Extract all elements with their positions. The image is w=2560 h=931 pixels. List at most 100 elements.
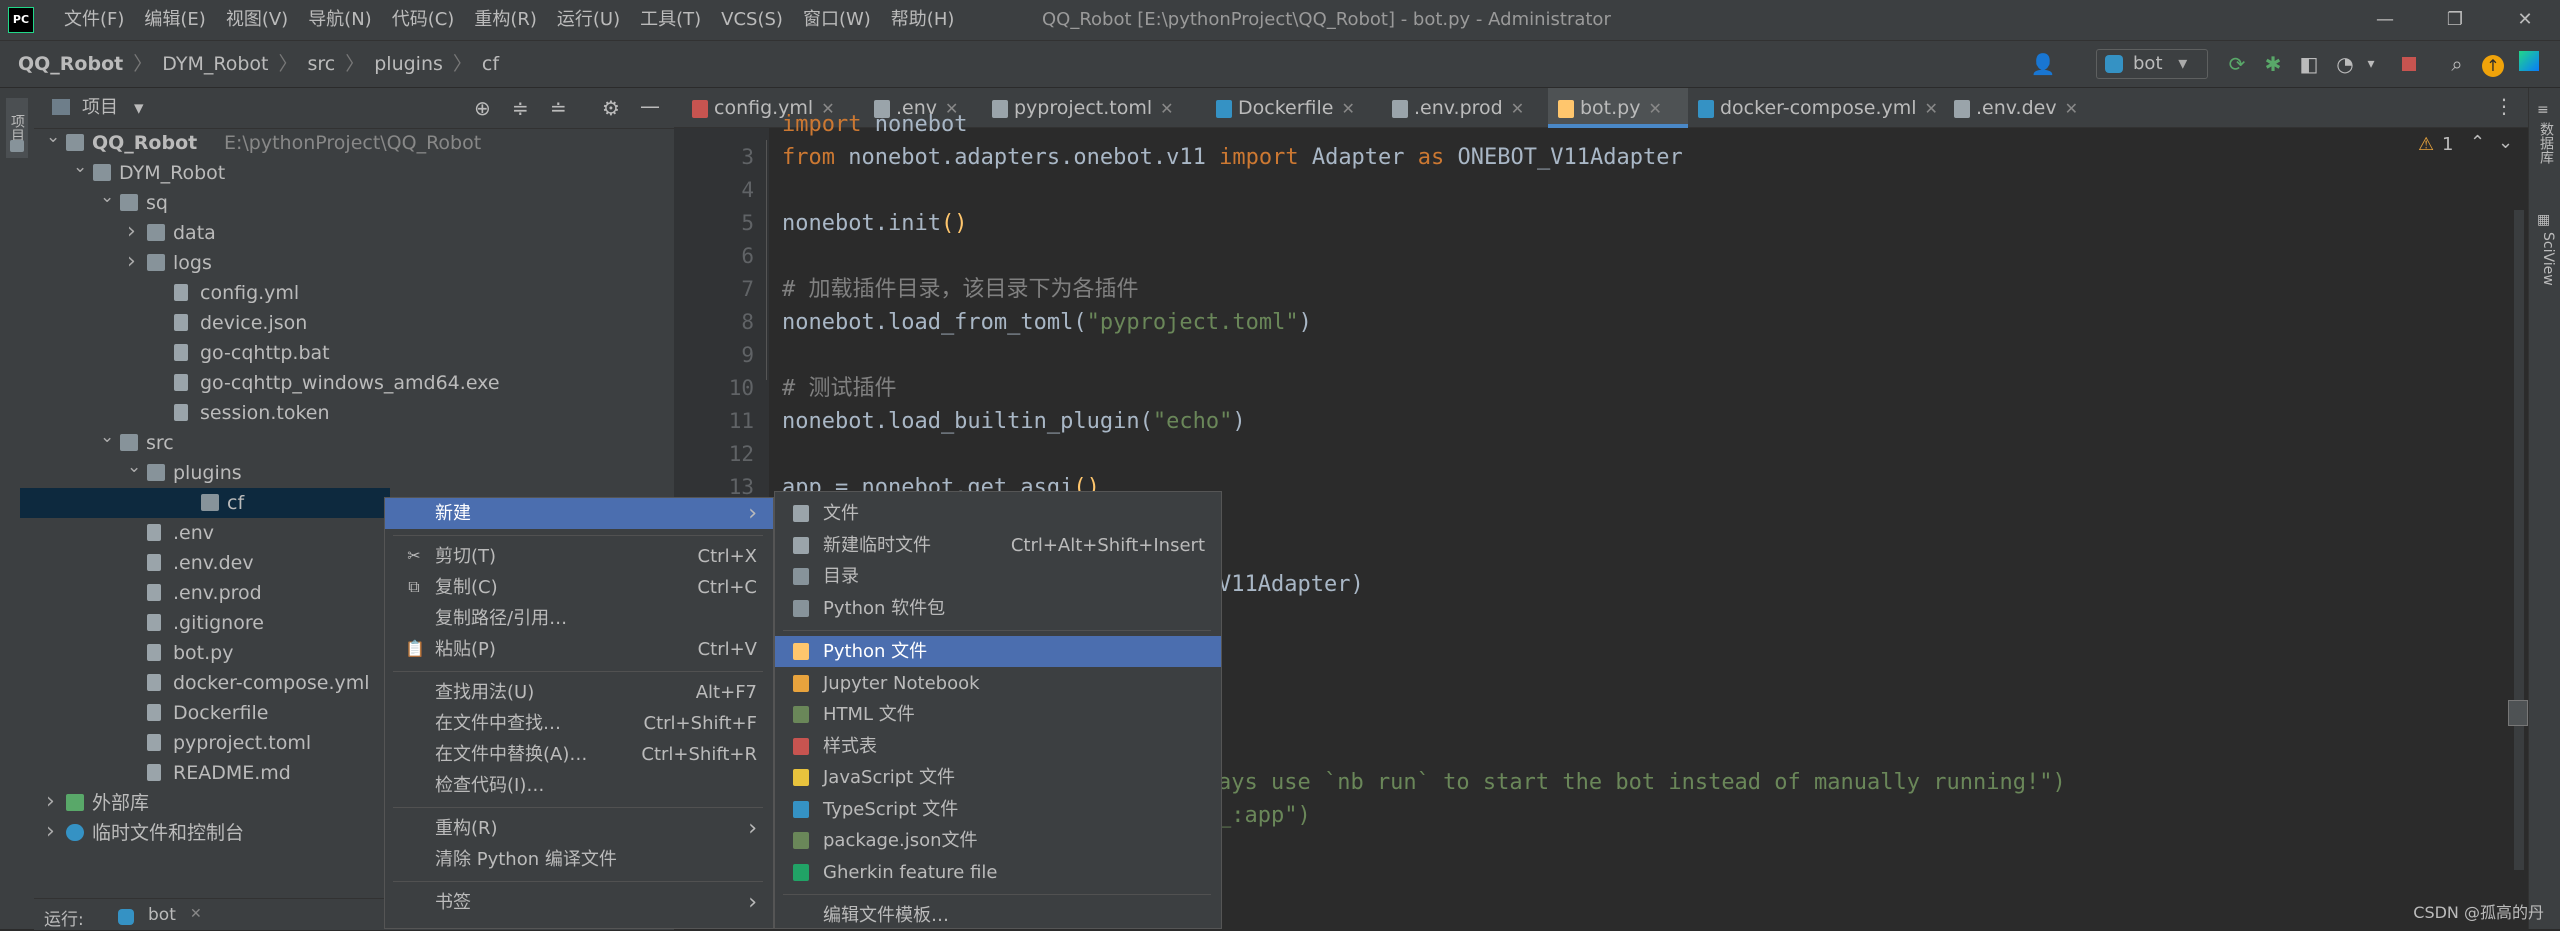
run-icon[interactable]: ⟳ (2224, 51, 2250, 77)
editor-tab[interactable]: docker-compose.yml ✕ (1688, 88, 1944, 128)
tree-item[interactable]: go-cqhttp_windows_amd64.exe (34, 368, 674, 398)
chevron-up-icon[interactable]: ⌃ (2470, 132, 2485, 153)
chevron-right-icon[interactable]: › (127, 217, 141, 247)
submenu-item[interactable]: 样式表 (775, 731, 1221, 762)
context-menu-item[interactable]: 新建 › (385, 498, 773, 529)
close-icon[interactable]: ✕ (2065, 99, 2078, 118)
context-menu-item[interactable]: 检查代码(I)… (385, 770, 773, 801)
database-tool-button[interactable]: 数据库 (2534, 122, 2556, 164)
chevron-right-icon[interactable]: › (46, 817, 60, 847)
restore-button[interactable]: ❐ (2420, 0, 2490, 40)
chevron-down-icon[interactable]: ▾ (134, 88, 144, 128)
menu-item[interactable]: 视图(V) (216, 0, 298, 40)
more-tabs-icon[interactable]: ⋮ (2494, 94, 2514, 118)
tree-item[interactable]: ⌄ plugins (34, 457, 674, 488)
chevron-down-icon[interactable]: ▾ (2358, 51, 2384, 77)
menu-item[interactable]: 运行(U) (547, 0, 630, 40)
context-menu-item[interactable]: 重构(R) › (385, 813, 773, 844)
submenu-item[interactable]: JavaScript 文件 (775, 762, 1221, 793)
tree-item[interactable]: session.token (34, 398, 674, 428)
chevron-down-icon[interactable]: ⌄ (100, 182, 114, 212)
hide-icon[interactable]: — (640, 94, 660, 118)
submenu-item[interactable]: HTML 文件 (775, 699, 1221, 730)
search-icon[interactable]: ⌕ (2444, 51, 2470, 77)
close-icon[interactable]: ✕ (1160, 99, 1173, 118)
chevron-down-icon[interactable]: ⌄ (127, 452, 141, 482)
locate-icon[interactable]: ⊕ (474, 96, 491, 120)
close-icon[interactable]: ✕ (1648, 99, 1661, 118)
submenu-item[interactable]: 新建临时文件 Ctrl+Alt+Shift+Insert (775, 530, 1221, 561)
menu-item[interactable]: 文件(F) (54, 0, 134, 40)
editor-tab[interactable]: bot.py ✕ (1548, 88, 1688, 128)
warning-icon[interactable]: ⚠ (2418, 134, 2434, 155)
context-menu-item[interactable]: 在文件中替换(A)… Ctrl+Shift+R (385, 739, 773, 770)
chevron-right-icon[interactable]: › (127, 247, 141, 277)
breadcrumb-item[interactable]: QQ_Robot (18, 41, 123, 87)
tree-item[interactable]: › logs (34, 248, 674, 278)
tree-item[interactable]: device.json (34, 308, 674, 338)
chevron-right-icon[interactable]: › (46, 787, 60, 817)
close-icon[interactable]: ✕ (190, 906, 202, 922)
user-icon[interactable]: 👤 (2030, 51, 2056, 77)
close-window-button[interactable]: ✕ (2490, 0, 2560, 40)
submenu-item[interactable]: Jupyter Notebook (775, 668, 1221, 699)
editor-tab[interactable]: Dockerfile ✕ (1206, 88, 1382, 128)
menu-item[interactable]: 重构(R) (464, 0, 547, 40)
submenu-item[interactable]: Python 文件 (775, 636, 1221, 667)
submenu-item[interactable]: 目录 (775, 561, 1221, 592)
tree-item[interactable]: ⌄ DYM_Robot (34, 157, 674, 188)
breadcrumb-item[interactable]: plugins (374, 41, 443, 87)
tree-item[interactable]: cf (20, 488, 390, 518)
minimize-button[interactable]: — (2350, 0, 2420, 40)
menu-item[interactable]: 工具(T) (630, 0, 711, 40)
tree-item[interactable]: config.yml (34, 278, 674, 308)
context-menu-item[interactable]: 在文件中查找… Ctrl+Shift+F (385, 708, 773, 739)
submenu-item[interactable]: Python 软件包 (775, 593, 1221, 624)
breadcrumb-item[interactable]: src (307, 41, 335, 87)
sciview-tool-button[interactable]: SciView (2534, 232, 2556, 286)
menu-item[interactable]: 帮助(H) (881, 0, 965, 40)
gear-icon[interactable]: ⚙ (602, 96, 620, 120)
close-icon[interactable]: ✕ (1341, 99, 1354, 118)
context-menu-item[interactable]: 查找用法(U) Alt+F7 (385, 677, 773, 708)
coverage-icon[interactable]: ◧ (2296, 51, 2322, 77)
menu-item[interactable]: VCS(S) (711, 0, 793, 40)
submenu-item[interactable]: 文件 (775, 498, 1221, 529)
menu-item[interactable]: 代码(C) (382, 0, 465, 40)
submenu-item[interactable]: 编辑文件模板… (775, 900, 1221, 931)
context-menu-item[interactable]: ✂ 剪切(T) Ctrl+X (385, 541, 773, 572)
close-icon[interactable]: ✕ (1511, 99, 1524, 118)
menu-item[interactable]: 窗口(W) (793, 0, 881, 40)
run-tab-bot[interactable]: bot (148, 905, 176, 925)
update-icon[interactable]: ↑ (2480, 51, 2506, 77)
close-icon[interactable]: ✕ (1925, 99, 1938, 118)
run-config-select[interactable]: bot ▾ (2096, 49, 2208, 79)
submenu-item[interactable]: Gherkin feature file (775, 857, 1221, 888)
tree-item[interactable]: › data (34, 218, 674, 248)
breadcrumb-item[interactable]: DYM_Robot (162, 41, 268, 87)
debug-icon[interactable]: ✱ (2260, 51, 2286, 77)
scrollbar-thumb[interactable] (2508, 700, 2528, 726)
jetbrains-icon[interactable] (2516, 51, 2542, 77)
tree-item[interactable]: ⌄ QQ_Robot E:\pythonProject\QQ_Robot (34, 127, 674, 158)
menu-item[interactable]: 编辑(E) (134, 0, 215, 40)
profile-icon[interactable]: ◔ (2332, 51, 2358, 77)
tree-item[interactable]: go-cqhttp.bat (34, 338, 674, 368)
context-menu-item[interactable]: 📋 粘贴(P) Ctrl+V (385, 634, 773, 665)
context-menu-item[interactable]: 清除 Python 编译文件 (385, 844, 773, 875)
submenu-item[interactable]: package.json文件 (775, 825, 1221, 856)
editor-tab[interactable]: .env.dev ✕ (1944, 88, 2094, 128)
chevron-down-icon[interactable]: ⌄ (2498, 132, 2513, 153)
context-menu-item[interactable]: 书签 › (385, 887, 773, 918)
context-menu-item[interactable]: 复制路径/引用… (385, 603, 773, 634)
editor-tab[interactable]: pyproject.toml ✕ (982, 88, 1206, 128)
scrollbar[interactable] (2514, 210, 2524, 870)
stop-icon[interactable] (2396, 51, 2422, 77)
chevron-down-icon[interactable]: ⌄ (73, 152, 87, 182)
expand-all-icon[interactable]: ≑ (512, 96, 529, 120)
breadcrumb-item[interactable]: cf (482, 41, 499, 87)
tree-item[interactable]: ⌄ sq (34, 187, 674, 218)
submenu-item[interactable]: TypeScript 文件 (775, 794, 1221, 825)
chevron-down-icon[interactable]: ⌄ (46, 122, 60, 152)
chevron-down-icon[interactable]: ⌄ (100, 422, 114, 452)
